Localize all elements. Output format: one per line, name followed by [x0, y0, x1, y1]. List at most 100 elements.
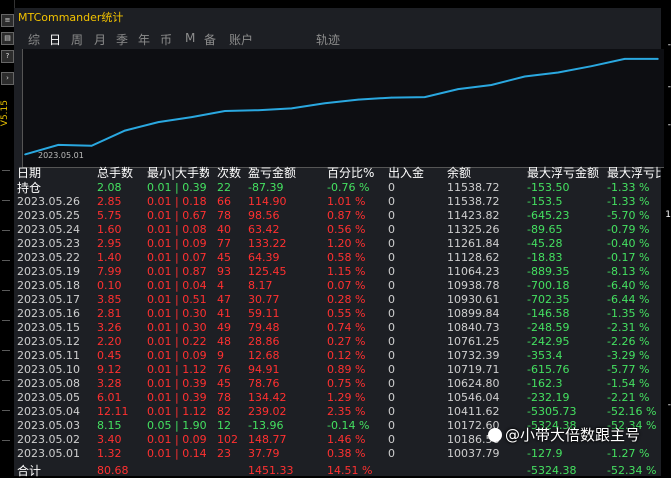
cell-pct: 0.12 %: [327, 349, 366, 362]
cell-lot: 0.01 | 0.18: [147, 195, 207, 208]
cell-max-float-pct: -52.16 %: [607, 405, 657, 418]
watermark: @小带大倍数跟主号: [488, 424, 640, 446]
balance-point: [157, 121, 160, 123]
table-row: 2023.05.17 3.85 0.01 | 0.51 47 30.77 0.28 % 0 1…: [14, 293, 661, 307]
arrow-icon[interactable]: ›: [1, 72, 14, 85]
cell-max-float-amt: -162.3: [527, 377, 563, 390]
settings-icon[interactable]: ≡: [1, 14, 14, 27]
table-row: 2023.05.23 2.95 0.01 | 0.09 77 133.22 1.20 % 0…: [14, 237, 661, 251]
header-date: 日期: [17, 166, 42, 180]
cell-lot: 0.01 | 0.39: [147, 377, 207, 390]
cell-deposit: 0: [388, 335, 395, 348]
cell-count: 76: [217, 363, 231, 376]
cell-pct: 0.38 %: [327, 447, 366, 460]
cell-count: 66: [217, 195, 231, 208]
table-row: 2023.05.12 2.20 0.01 | 0.22 48 28.86 0.27 % 0 1…: [14, 335, 661, 349]
cell-max-float-pct: -1.54 %: [607, 377, 650, 390]
tab-m[interactable]: M: [185, 31, 195, 45]
cell-date: 2023.05.19: [17, 265, 80, 278]
cell-count: 23: [217, 447, 231, 460]
cell-balance: 11538.72: [447, 195, 500, 208]
cell-total: 3.28: [97, 377, 122, 390]
tab-week[interactable]: 周: [71, 31, 83, 48]
cell-balance: 11128.62: [447, 251, 500, 264]
balance-point: [590, 65, 593, 67]
cell-max-float-amt: -18.83: [527, 251, 563, 264]
cell-count: 45: [217, 377, 231, 390]
cell-max-float-amt: -889.35: [527, 265, 570, 278]
cell-total: 3.85: [97, 293, 122, 306]
tab-quarter[interactable]: 季: [116, 31, 128, 48]
cell-total: 2.20: [97, 335, 122, 348]
cell-max-float-pct: -1.35 %: [607, 307, 650, 320]
header-count: 次数: [217, 166, 242, 180]
cell-total: 9.12: [97, 363, 122, 376]
scale-mark: -: [667, 82, 671, 92]
table-row: 2023.05.08 3.28 0.01 | 0.39 45 78.76 0.75 % 0 1…: [14, 377, 661, 391]
cell-date: 2023.05.22: [17, 251, 80, 264]
cell-max-float-amt: -615.76: [527, 363, 570, 376]
cell-lot: 0.01 | 0.09: [147, 349, 207, 362]
tab-currency[interactable]: 币: [160, 31, 172, 48]
tab-day[interactable]: 日: [49, 31, 61, 48]
header-max-float-amount: 最大浮亏金额: [527, 166, 600, 180]
cell-deposit: 0: [388, 363, 395, 376]
tab-overview[interactable]: 综: [28, 31, 40, 48]
tab-notes[interactable]: 备: [204, 31, 216, 48]
cell-lot: 0.05 | 1.90: [147, 419, 207, 432]
cell-pct: 2.35 %: [327, 405, 366, 418]
help-icon[interactable]: ?: [1, 50, 14, 63]
cell-balance: 11423.82: [447, 209, 500, 222]
cell-pct: 1.01 %: [327, 195, 366, 208]
tab-month[interactable]: 月: [94, 31, 106, 48]
cell-total: 1.60: [97, 223, 122, 236]
balance-point: [357, 98, 360, 101]
balance-series-line: [24, 57, 658, 156]
cell-count: 40: [217, 223, 231, 236]
cell-date: 2023.05.17: [17, 293, 80, 306]
cell-pl: 64.39: [248, 251, 280, 264]
balance-point: [324, 102, 326, 105]
cell-pl: 28.86: [248, 335, 280, 348]
cell-balance: 10938.78: [447, 279, 500, 292]
tick-mark: [2, 290, 10, 291]
tab-year[interactable]: 年: [138, 31, 150, 48]
cell-count: 41: [217, 307, 231, 320]
cell-total: 2.08: [97, 181, 122, 194]
tab-account[interactable]: 账户: [229, 31, 253, 48]
cell-max-float-pct: -1.27 %: [607, 447, 650, 460]
cell-total: 2.81: [97, 307, 122, 320]
cell-pct: 0.28 %: [327, 293, 366, 306]
cell-balance: 10732.39: [447, 349, 500, 362]
cell-deposit: 0: [388, 181, 395, 194]
cell-pct: 0.89 %: [327, 363, 366, 376]
cell-date: 2023.05.23: [17, 237, 80, 250]
cell-deposit: 0: [388, 433, 395, 446]
cell-lot: 0.01 | 1.12: [147, 405, 207, 418]
cell-max-float-amt: -89.65: [527, 223, 563, 236]
cell-balance: 10899.84: [447, 307, 500, 320]
cell-lot: 0.01 | 0.30: [147, 321, 207, 334]
header-pl: 盈亏金额: [248, 166, 297, 180]
table-row: 2023.05.22 1.40 0.01 | 0.07 45 64.39 0.58 % 0 1…: [14, 251, 661, 265]
cell-pct: 0.74 %: [327, 321, 366, 334]
stats-panel: MTCommander统计 综 日 周 月 季 年 币 M 备 账户 轨迹 20…: [14, 8, 664, 478]
table-row: 2023.05.05 6.01 0.01 | 0.39 78 134.42 1.29 % 0…: [14, 391, 661, 405]
tab-track[interactable]: 轨迹: [316, 31, 340, 48]
cell-max-float-amt: -242.95: [527, 335, 570, 348]
balance-point: [523, 75, 526, 78]
cell-pl: 94.91: [248, 363, 280, 376]
layers-icon[interactable]: ▤: [1, 32, 14, 45]
tick-mark: [2, 380, 10, 381]
cell-balance: 11261.84: [447, 237, 500, 250]
balance-point: [390, 96, 393, 99]
header-total: 总手数: [97, 166, 134, 180]
cell-pct: 1.15 %: [327, 265, 366, 278]
table-row: 2023.05.26 2.85 0.01 | 0.18 66 114.90 1.01 % 0…: [14, 195, 661, 209]
cell-date: 持仓: [17, 181, 42, 195]
balance-point: [557, 71, 559, 74]
cell-max-float-amt: -353.4: [527, 349, 563, 362]
cell-lot: 0.01 | 0.09: [147, 237, 207, 250]
cell-balance: 10411.62: [447, 405, 500, 418]
cell-date: 2023.05.04: [17, 405, 80, 418]
